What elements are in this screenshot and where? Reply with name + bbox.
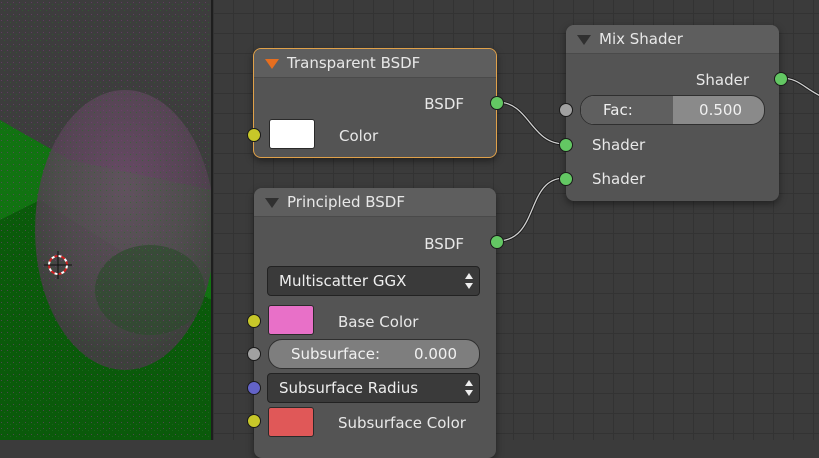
socket-input-shader-1[interactable] [559,138,573,152]
output-label-shader: Shader [695,71,749,89]
node-title: Principled BSDF [287,193,405,211]
node-header[interactable]: Transparent BSDF [254,49,496,78]
viewport-render [0,0,212,440]
collapse-triangle-icon[interactable] [577,35,591,45]
socket-output-bsdf[interactable] [490,96,504,110]
socket-input-fac[interactable] [559,103,573,117]
node-header[interactable]: Principled BSDF [254,188,496,217]
subsurface-radius-label: Subsurface Radius [279,379,419,397]
output-label-bsdf: BSDF [424,235,464,253]
mix-shader-node[interactable]: Mix Shader Shader Fac: 0.500 Shader Shad… [566,25,779,201]
render-viewport[interactable] [0,0,212,440]
render-noise [0,0,212,440]
socket-output-bsdf[interactable] [490,235,504,249]
subsurface-slider[interactable]: Subsurface: 0.000 [268,339,480,369]
color-swatch[interactable] [269,119,315,149]
subsurface-radius-dropdown[interactable]: Subsurface Radius [267,373,480,403]
distribution-value: Multiscatter GGX [279,272,407,290]
node-title: Mix Shader [599,30,683,48]
fac-label: Fac: [603,101,633,119]
subsurface-color-swatch[interactable] [268,407,314,437]
socket-input-base-color[interactable] [247,314,261,328]
collapse-triangle-icon[interactable] [265,198,279,208]
fac-value: 0.500 [699,101,742,119]
input-label-subsurface-color: Subsurface Color [338,414,466,432]
socket-input-color[interactable] [247,128,261,142]
principled-bsdf-node[interactable]: Principled BSDF BSDF Multiscatter GGX Ba… [254,188,496,458]
updown-arrows-icon [465,379,473,397]
input-label-base-color: Base Color [338,313,419,331]
subsurface-label: Subsurface: [291,345,381,363]
node-header[interactable]: Mix Shader [566,25,779,54]
node-title: Transparent BSDF [287,54,421,72]
socket-output-shader[interactable] [774,72,788,86]
distribution-dropdown[interactable]: Multiscatter GGX [267,266,480,296]
socket-input-subsurface[interactable] [247,347,261,361]
fac-slider[interactable]: Fac: 0.500 [580,95,765,125]
transparent-bsdf-node[interactable]: Transparent BSDF BSDF Color [253,48,497,158]
socket-input-shader-2[interactable] [559,172,573,186]
input-label-shader-2: Shader [592,170,646,188]
socket-input-subsurface-color[interactable] [247,414,261,428]
input-label-shader-1: Shader [592,136,646,154]
input-label-color: Color [339,127,379,145]
subsurface-value: 0.000 [414,345,457,363]
collapse-triangle-icon[interactable] [265,59,279,69]
updown-arrows-icon [465,272,473,290]
base-color-swatch[interactable] [268,305,314,335]
output-label-bsdf: BSDF [424,95,464,113]
socket-input-subsurface-radius[interactable] [247,381,261,395]
